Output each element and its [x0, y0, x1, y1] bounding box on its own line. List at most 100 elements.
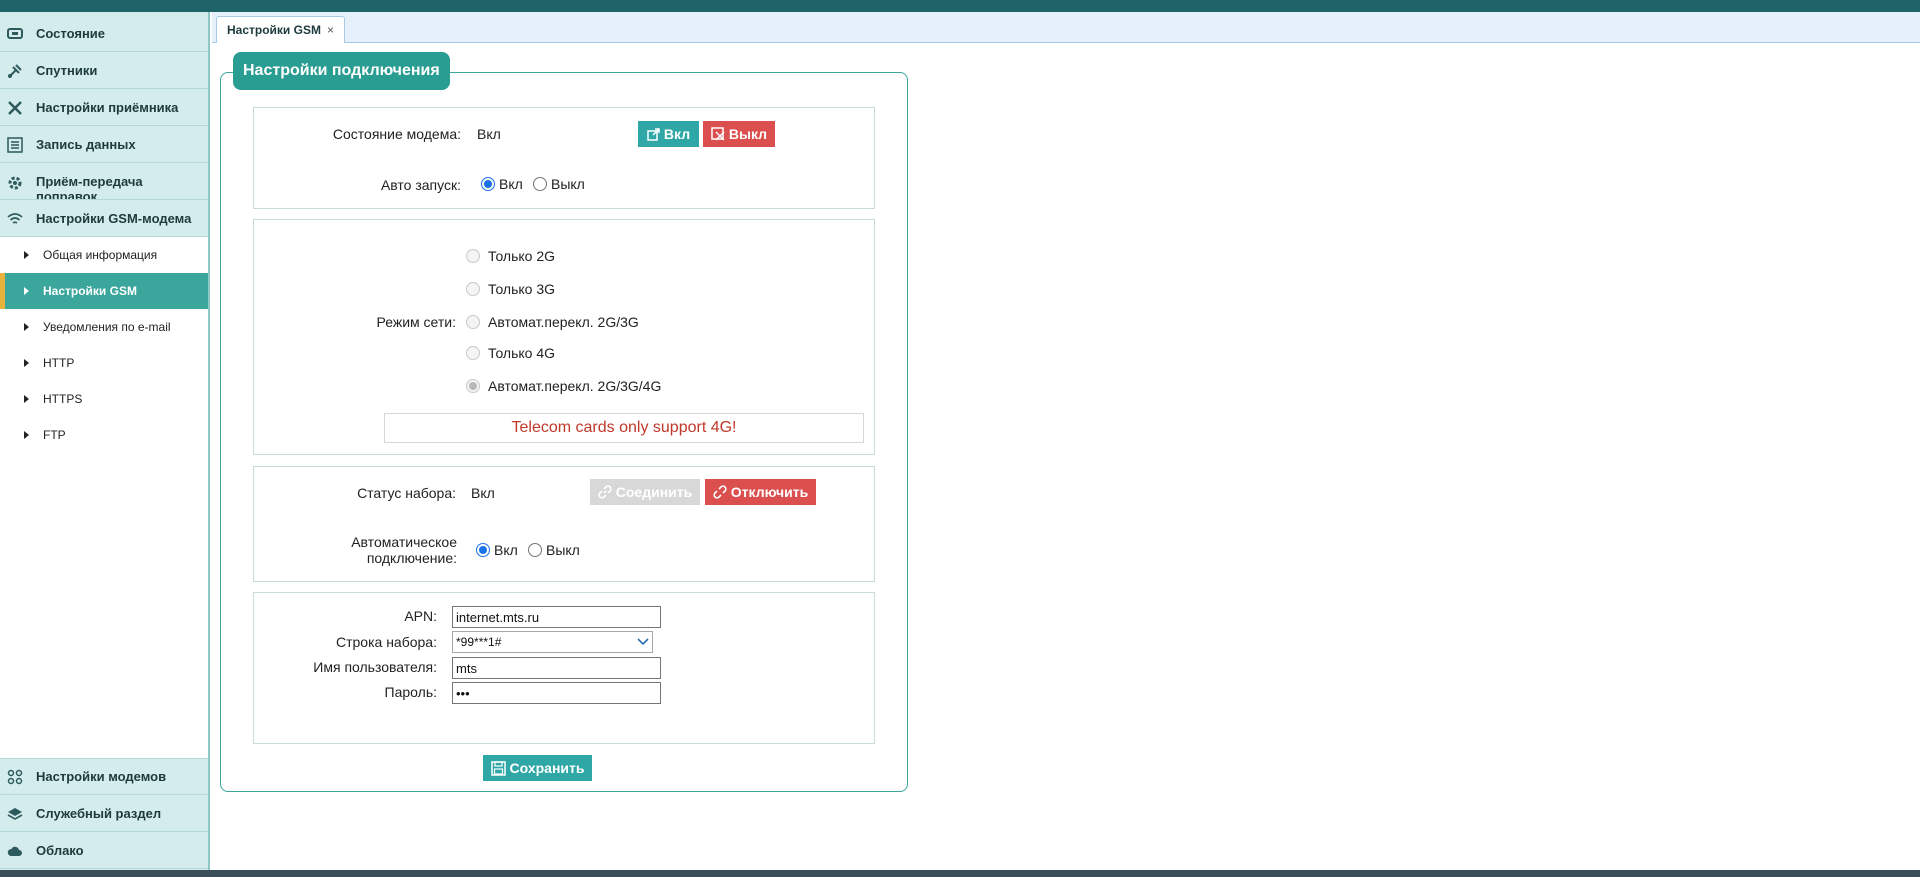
sidebar-subnav: Общая информация Настройки GSM Уведомлен… — [0, 237, 208, 759]
radio-label: Только 3G — [488, 281, 556, 297]
caret-right-icon — [24, 323, 29, 331]
broken-link-icon — [713, 485, 727, 499]
radio-checked — [476, 543, 490, 557]
save-button[interactable]: Сохранить — [483, 755, 592, 781]
taskbar-strip — [0, 870, 1920, 877]
modem-on-button[interactable]: Вкл — [638, 121, 699, 147]
radio-checked — [481, 177, 495, 191]
sidebar-item-status[interactable]: Состояние — [0, 16, 208, 52]
dial-string-select[interactable]: *99***1# — [452, 631, 653, 653]
modem-state-label: Состояние модема: — [332, 126, 461, 142]
auto-connect-label: Автоматическое подключение: — [253, 534, 457, 566]
radio-label: Вкл — [499, 176, 523, 192]
button-label: Выкл — [728, 126, 768, 142]
apn-label: APN: — [404, 608, 437, 624]
dial-string-label: Строка набора: — [336, 634, 437, 650]
button-label: Вкл — [663, 126, 691, 142]
modem-off-button[interactable]: Выкл — [703, 121, 775, 147]
sidebar-subitem-label: Уведомления по e-mail — [43, 320, 171, 334]
auto-connect-on-radio[interactable]: Вкл — [476, 542, 518, 558]
username-label: Имя пользователя: — [313, 659, 437, 675]
monitor-icon — [6, 25, 24, 43]
password-input[interactable] — [452, 682, 661, 704]
button-label: Сохранить — [509, 760, 585, 776]
gear-icon — [6, 174, 24, 192]
apn-input[interactable] — [452, 606, 661, 628]
radio-label: Только 4G — [488, 345, 556, 361]
sidebar-item-label: Настройки приёмника — [36, 100, 179, 115]
sidebar-item-label: Приём-передача поправок — [36, 174, 143, 200]
link-icon — [598, 485, 612, 499]
telecom-notice: Telecom cards only support 4G! — [384, 413, 864, 443]
dial-status-value: Вкл — [471, 485, 495, 501]
caret-right-icon — [24, 251, 29, 259]
modem-state-value: Вкл — [477, 126, 501, 142]
layers-icon — [6, 805, 24, 823]
tab-gsm-settings[interactable]: Настройки GSM × — [216, 16, 345, 43]
autostart-on-radio[interactable]: Вкл — [481, 176, 523, 192]
autostart-off-radio[interactable]: Выкл — [533, 176, 585, 192]
top-header-bar — [0, 0, 1920, 12]
network-4g-only-radio[interactable]: Только 4G — [466, 345, 555, 361]
sidebar-item-corrections[interactable]: Приём-передача поправок — [0, 164, 208, 200]
sidebar-subitem-label: Общая информация — [43, 248, 158, 262]
tab-label: Настройки GSM — [227, 23, 321, 37]
sidebar-subitem-ftp[interactable]: FTP — [0, 417, 208, 453]
sidebar-item-satellites[interactable]: Спутники — [0, 53, 208, 89]
sidebar-subitem-general-info[interactable]: Общая информация — [0, 237, 208, 273]
sidebar-item-receiver-settings[interactable]: Настройки приёмника — [0, 90, 208, 126]
disconnect-button[interactable]: Отключить — [705, 479, 816, 505]
network-auto-2g3g4g-radio[interactable]: Автомат.перекл. 2G/3G/4G — [466, 378, 661, 394]
sidebar-item-label: Настройки модемов — [36, 769, 167, 784]
sidebar-subitem-email-notifications[interactable]: Уведомления по e-mail — [0, 309, 208, 345]
sidebar-subitem-gsm-settings[interactable]: Настройки GSM — [0, 273, 208, 309]
network-2g-only-radio[interactable]: Только 2G — [466, 248, 555, 264]
wifi-icon — [6, 210, 24, 228]
auto-connect-label-line1: Автоматическое — [351, 534, 457, 550]
sidebar-subitem-http[interactable]: HTTP — [0, 345, 208, 381]
chevron-down-icon — [637, 635, 649, 649]
list-icon — [6, 136, 24, 154]
dial-status-label: Статус набора: — [357, 485, 456, 501]
caret-right-icon — [24, 359, 29, 367]
radio-label: Автомат.перекл. 2G/3G/4G — [488, 378, 662, 394]
radio-unchecked — [528, 543, 542, 557]
connect-button[interactable]: Соединить — [590, 479, 700, 505]
grid-icon — [6, 768, 24, 786]
sidebar-subitem-label: FTP — [43, 428, 66, 442]
radio-label: Выкл — [546, 542, 580, 558]
sidebar-item-cloud[interactable]: Облако — [0, 833, 208, 869]
username-input[interactable] — [452, 657, 661, 679]
sidebar-item-data-recording[interactable]: Запись данных — [0, 127, 208, 163]
button-label: Соединить — [615, 484, 693, 500]
sidebar-item-modem-settings[interactable]: Настройки модемов — [0, 759, 208, 795]
page-title: Настройки подключения — [233, 52, 450, 90]
sidebar-subitem-label: Настройки GSM — [43, 284, 137, 298]
sidebar-subitem-https[interactable]: HTTPS — [0, 381, 208, 417]
floppy-disk-icon — [490, 760, 506, 776]
radio-label: Автомат.перекл. 2G/3G — [488, 314, 639, 330]
sidebar-item-service[interactable]: Служебный раздел — [0, 796, 208, 832]
sidebar-item-gsm-modem[interactable]: Настройки GSM-модема — [0, 201, 208, 237]
radio-unchecked — [466, 249, 480, 263]
sidebar-item-label: Настройки GSM-модема — [36, 211, 192, 226]
radio-unchecked — [466, 315, 480, 329]
radio-checked — [466, 379, 480, 393]
caret-right-icon — [24, 431, 29, 439]
sidebar-subitem-label: HTTP — [43, 356, 75, 370]
password-label: Пароль: — [384, 684, 437, 700]
radio-unchecked — [533, 177, 547, 191]
close-icon[interactable]: × — [327, 23, 334, 37]
caret-right-icon — [24, 287, 29, 295]
external-link-icon — [647, 127, 660, 141]
tools-icon — [6, 99, 24, 117]
network-3g-only-radio[interactable]: Только 3G — [466, 281, 555, 297]
sidebar-item-label: Служебный раздел — [36, 806, 162, 821]
cloud-icon — [6, 842, 24, 860]
dial-string-value: *99***1# — [456, 635, 502, 649]
sidebar-item-label: Состояние — [36, 26, 106, 41]
sidebar-item-label: Спутники — [36, 63, 98, 78]
auto-connect-off-radio[interactable]: Выкл — [528, 542, 580, 558]
radio-unchecked — [466, 282, 480, 296]
network-auto-2g3g-radio[interactable]: Автомат.перекл. 2G/3G — [466, 314, 639, 330]
